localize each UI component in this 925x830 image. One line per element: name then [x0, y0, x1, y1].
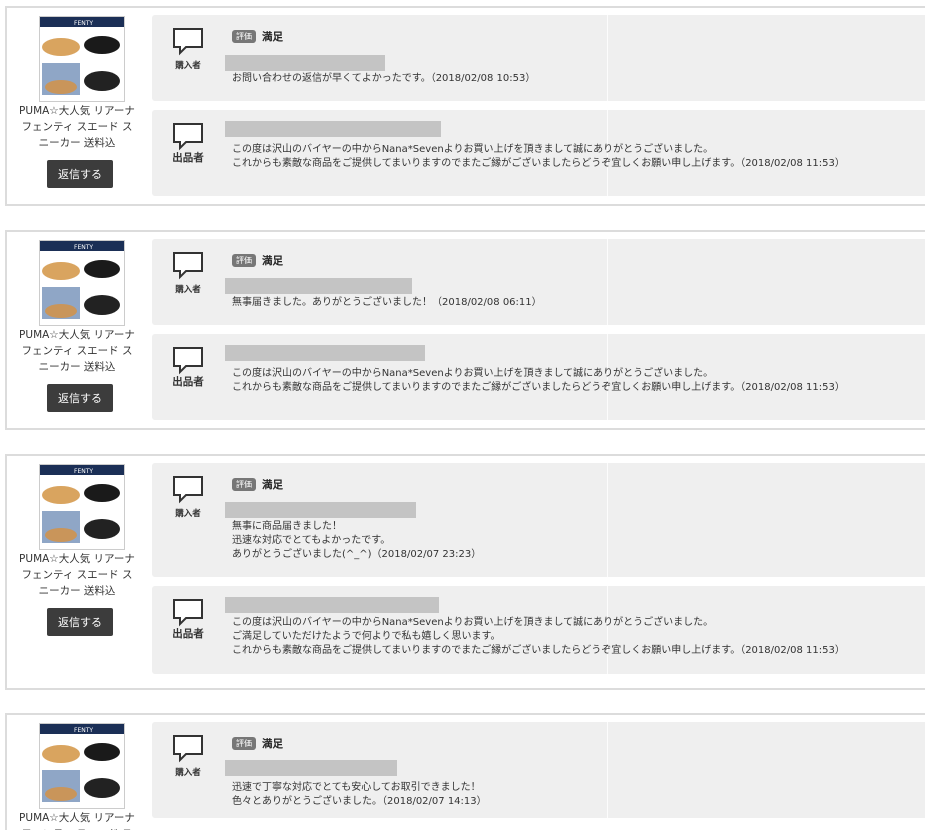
- redacted-bar: [225, 345, 425, 361]
- svg-text:FENTY: FENTY: [74, 244, 93, 251]
- product-thumbnail[interactable]: FENTY: [39, 464, 125, 550]
- reply-button[interactable]: 返信する: [47, 384, 113, 412]
- product-title[interactable]: PUMA☆大人気 リアーナ フェンティ スエード スニーカー 送料込: [17, 551, 137, 599]
- buyer-review: 購入者 評価 満足 無事届きました。ありがとうございました！（2018/02/08…: [152, 239, 925, 325]
- seller-label: 出品者: [172, 152, 204, 164]
- buyer-label: 購入者: [175, 285, 201, 295]
- speech-bubble-icon: [173, 476, 203, 504]
- product-title[interactable]: PUMA☆大人気 リアーナ フェンティ スエード スニーカー 送料込: [17, 327, 137, 375]
- rating: 満足: [262, 255, 283, 267]
- buyer-comment: お問い合わせの返信が早くてよかったです。（2018/02/08 10:53）: [232, 73, 536, 84]
- seller-reply: 出品者 この度は沢山のバイヤーの中からNana*Sevenよりお買い上げを頂きま…: [152, 110, 925, 196]
- svg-text:FENTY: FENTY: [74, 727, 93, 734]
- seller-reply: 出品者 この度は沢山のバイヤーの中からNana*Sevenよりお買い上げを頂きま…: [152, 586, 925, 674]
- sneaker-image: FENTY: [40, 465, 124, 543]
- product-title[interactable]: PUMA☆大人気 リアーナ フェンティ スエード スニーカー 送料込: [17, 103, 137, 151]
- buyer-label: 購入者: [175, 61, 201, 71]
- buyer-comment: 迅速で丁寧な対応でとても安心してお取引できました！ 色々とありがとうございました…: [232, 782, 487, 807]
- review-card: FENTY PUMA☆大人気 リアーナ フェンティ スエード スニーカー 送料込…: [5, 713, 925, 830]
- review-badge: 評価: [232, 30, 256, 43]
- redacted-bar: [225, 121, 441, 137]
- buyer-review: 購入者 評価 満足 無事に商品届きました！ 迅速な対応でとてもよかったです。 あり…: [152, 463, 925, 577]
- buyer-label: 購入者: [175, 768, 201, 778]
- speech-bubble-icon: [173, 252, 203, 280]
- seller-comment: この度は沢山のバイヤーの中からNana*Sevenよりお買い上げを頂きまして誠に…: [232, 368, 845, 393]
- rating: 満足: [262, 479, 283, 491]
- review-card: FENTY PUMA☆大人気 リアーナ フェンティ スエード スニーカー 送料込…: [5, 454, 925, 690]
- review-card: FENTY PUMA☆大人気 リアーナ フェンティ スエード スニーカー 送料込…: [5, 230, 925, 430]
- sneaker-image: FENTY: [40, 17, 124, 95]
- review-badge: 評価: [232, 478, 256, 491]
- product-thumbnail[interactable]: FENTY: [39, 240, 125, 326]
- redacted-bar: [225, 55, 385, 71]
- product-thumbnail[interactable]: FENTY: [39, 723, 125, 809]
- speech-bubble-icon: [173, 735, 203, 763]
- buyer-comment: 無事届きました。ありがとうございました！（2018/02/08 06:11）: [232, 297, 542, 308]
- redacted-bar: [225, 597, 439, 613]
- svg-text:FENTY: FENTY: [74, 468, 93, 475]
- redacted-bar: [225, 278, 412, 294]
- speech-bubble-icon: [173, 28, 203, 56]
- reply-button[interactable]: 返信する: [47, 160, 113, 188]
- buyer-comment: 無事に商品届きました！ 迅速な対応でとてもよかったです。 ありがとうございました…: [232, 521, 482, 560]
- buyer-review: 購入者 評価 満足 迅速で丁寧な対応でとても安心してお取引できました！ 色々とあり…: [152, 722, 925, 818]
- seller-comment: この度は沢山のバイヤーの中からNana*Sevenよりお買い上げを頂きまして誠に…: [232, 617, 845, 656]
- sneaker-image: FENTY: [40, 724, 124, 802]
- product-title[interactable]: PUMA☆大人気 リアーナ フェンティ スエード スニーカー 送料込: [17, 810, 137, 830]
- seller-label: 出品者: [172, 376, 204, 388]
- speech-bubble-icon: [173, 123, 203, 151]
- redacted-bar: [225, 760, 397, 776]
- seller-comment: この度は沢山のバイヤーの中からNana*Sevenよりお買い上げを頂きまして誠に…: [232, 144, 845, 169]
- speech-bubble-icon: [173, 347, 203, 375]
- rating: 満足: [262, 738, 283, 750]
- seller-label: 出品者: [172, 628, 204, 640]
- reply-button[interactable]: 返信する: [47, 608, 113, 636]
- review-badge: 評価: [232, 737, 256, 750]
- rating: 満足: [262, 31, 283, 43]
- sneaker-image: FENTY: [40, 241, 124, 319]
- buyer-review: 購入者 評価 満足 お問い合わせの返信が早くてよかったです。（2018/02/08…: [152, 15, 925, 101]
- speech-bubble-icon: [173, 599, 203, 627]
- review-card: FENTY PUMA☆大人気 リアーナ フェンティ スエード スニーカー 送料込…: [5, 6, 925, 206]
- product-thumbnail[interactable]: FENTY: [39, 16, 125, 102]
- svg-text:FENTY: FENTY: [74, 20, 93, 27]
- seller-reply: 出品者 この度は沢山のバイヤーの中からNana*Sevenよりお買い上げを頂きま…: [152, 334, 925, 420]
- review-badge: 評価: [232, 254, 256, 267]
- buyer-label: 購入者: [175, 509, 201, 519]
- redacted-bar: [225, 502, 416, 518]
